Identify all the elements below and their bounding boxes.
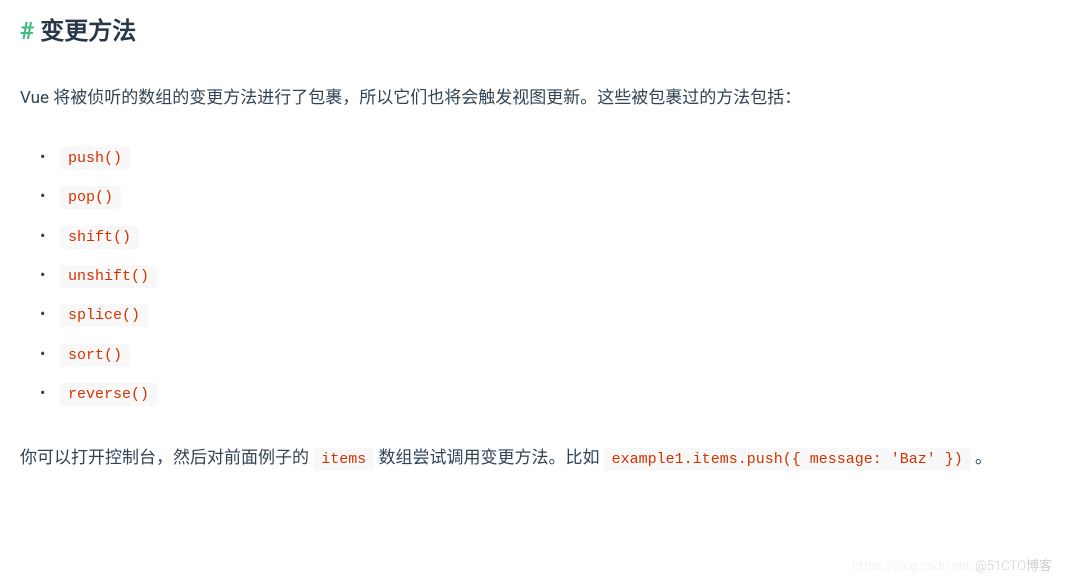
closing-text: 你可以打开控制台，然后对前面例子的 xyxy=(20,448,313,468)
inline-code-items: items xyxy=(313,448,374,471)
list-item: shift() xyxy=(60,218,1052,255)
watermark-url: https://blog.csdn.net/ xyxy=(852,559,975,574)
heading-hash-anchor[interactable]: # xyxy=(20,10,34,53)
section-heading: # 变更方法 xyxy=(20,10,1052,53)
method-code: pop() xyxy=(60,186,121,209)
inline-code-example: example1.items.push({ message: 'Baz' }) xyxy=(604,448,971,471)
watermark: https://blog.csdn.net/@51CTO博客 xyxy=(852,555,1052,578)
list-item: push() xyxy=(60,139,1052,176)
method-code: shift() xyxy=(60,226,139,249)
closing-text: 数组尝试调用变更方法。比如 xyxy=(374,448,603,468)
closing-paragraph: 你可以打开控制台，然后对前面例子的 items 数组尝试调用变更方法。比如 ex… xyxy=(20,443,1052,474)
list-item: unshift() xyxy=(60,257,1052,294)
method-code: unshift() xyxy=(60,265,157,288)
list-item: reverse() xyxy=(60,375,1052,412)
method-list: push() pop() shift() unshift() splice() … xyxy=(20,139,1052,413)
list-item: splice() xyxy=(60,296,1052,333)
method-code: reverse() xyxy=(60,383,157,406)
closing-text: 。 xyxy=(971,448,992,468)
method-code: sort() xyxy=(60,344,130,367)
method-code: splice() xyxy=(60,304,148,327)
list-item: sort() xyxy=(60,336,1052,373)
heading-title: 变更方法 xyxy=(40,10,136,53)
method-code: push() xyxy=(60,147,130,170)
watermark-text: @51CTO博客 xyxy=(975,559,1052,574)
intro-paragraph: Vue 将被侦听的数组的变更方法进行了包裹，所以它们也将会触发视图更新。这些被包… xyxy=(20,83,1052,114)
list-item: pop() xyxy=(60,178,1052,215)
